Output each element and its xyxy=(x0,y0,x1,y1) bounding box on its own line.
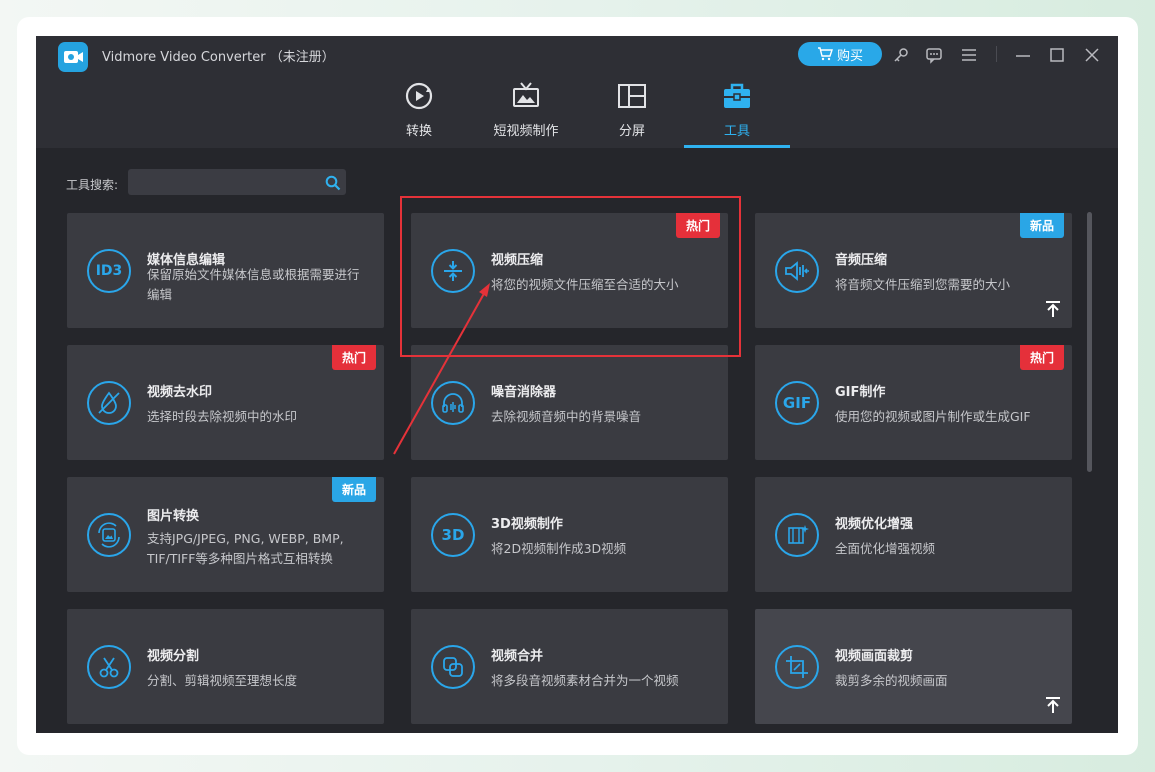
audio-compress-icon xyxy=(775,249,819,293)
tool-desc: 使用您的视频或图片制作或生成GIF xyxy=(835,409,1031,424)
tool-title: 音频压缩 xyxy=(835,253,888,268)
app-title: Vidmore Video Converter （未注册） xyxy=(102,50,335,65)
tool-card-gif-maker[interactable]: GIF GIF制作 使用您的视频或图片制作或生成GIF 热门 xyxy=(755,345,1072,460)
main-nav: 转换 短视频制作 分屏 工具 xyxy=(36,80,1118,148)
convert-icon xyxy=(405,82,433,110)
search-icon[interactable] xyxy=(325,175,341,191)
tool-desc: 裁剪多余的视频画面 xyxy=(835,673,948,688)
tool-card-video-cropper[interactable]: 视频画面裁剪 裁剪多余的视频画面 xyxy=(755,609,1072,724)
tool-title: 视频优化增强 xyxy=(835,517,914,532)
close-icon[interactable] xyxy=(1081,44,1103,66)
titlebar-divider xyxy=(996,46,997,62)
toolbox-icon xyxy=(724,83,750,108)
scissors-icon xyxy=(87,645,131,689)
tool-desc: 全面优化增强视频 xyxy=(835,541,936,556)
maximize-icon[interactable] xyxy=(1046,44,1068,66)
scroll-to-top-icon[interactable] xyxy=(1044,696,1062,714)
tool-title: 噪音消除器 xyxy=(491,385,557,400)
tab-convert[interactable]: 转换 xyxy=(388,80,450,148)
key-icon[interactable] xyxy=(890,44,912,66)
tool-desc: 保留原始文件媒体信息或根据需要进行编辑 xyxy=(147,267,360,302)
highlight-box xyxy=(400,196,741,357)
tool-title: 图片转换 xyxy=(147,509,200,524)
noise-remove-icon xyxy=(431,381,475,425)
gif-icon: GIF xyxy=(775,381,819,425)
id3-icon: ID3 xyxy=(87,249,131,293)
tool-card-video-trimmer[interactable]: 视频分割 分割、剪辑视频至理想长度 xyxy=(67,609,384,724)
tool-desc: 将2D视频制作成3D视频 xyxy=(491,541,627,556)
title-bar: Vidmore Video Converter （未注册） 购买 转换 短视频制… xyxy=(36,36,1118,148)
scroll-to-top-icon[interactable] xyxy=(1044,300,1062,318)
minimize-icon[interactable] xyxy=(1012,44,1034,66)
tool-card-media-metadata[interactable]: ID3 媒体信息编辑 保留原始文件媒体信息或根据需要进行编辑 xyxy=(67,213,384,328)
buy-label: 购买 xyxy=(836,48,863,64)
merge-icon xyxy=(431,645,475,689)
new-badge: 新品 xyxy=(1019,213,1064,238)
tab-toolbox[interactable]: 工具 xyxy=(706,80,768,148)
enhance-icon xyxy=(775,513,819,557)
tab-collage[interactable]: 分屏 xyxy=(601,80,663,148)
tab-convert-label: 转换 xyxy=(405,124,432,139)
scrollbar[interactable] xyxy=(1087,212,1092,472)
crop-icon xyxy=(775,645,819,689)
tool-desc: 分割、剪辑视频至理想长度 xyxy=(147,673,298,688)
3d-icon: 3D xyxy=(431,513,475,557)
tab-collage-label: 分屏 xyxy=(618,124,645,139)
mv-icon xyxy=(513,82,539,107)
tab-mv[interactable]: 短视频制作 xyxy=(486,80,566,148)
buy-button[interactable]: 购买 xyxy=(798,42,882,66)
tool-title: 视频去水印 xyxy=(147,385,213,400)
active-tab-indicator xyxy=(684,145,790,148)
menu-icon[interactable] xyxy=(958,44,980,66)
tool-desc: 选择时段去除视频中的水印 xyxy=(147,409,298,424)
tool-title: 视频分割 xyxy=(147,649,200,664)
tool-title: GIF制作 xyxy=(835,385,886,400)
tool-title: 视频合并 xyxy=(491,649,544,664)
tool-card-watermark-remover[interactable]: 视频去水印 选择时段去除视频中的水印 热门 xyxy=(67,345,384,460)
feedback-icon[interactable] xyxy=(923,44,945,66)
tool-desc: 去除视频音频中的背景噪音 xyxy=(491,409,642,424)
tool-card-video-merger[interactable]: 视频合并 将多段音视频素材合并为一个视频 xyxy=(411,609,728,724)
cart-icon xyxy=(817,47,833,61)
collage-icon xyxy=(618,84,646,108)
tool-card-video-enhancer[interactable]: 视频优化增强 全面优化增强视频 xyxy=(755,477,1072,592)
app-logo xyxy=(58,42,88,72)
hot-badge: 热门 xyxy=(1019,345,1064,370)
tool-card-image-converter[interactable]: 图片转换 支持JPG/JPEG, PNG, WEBP, BMP, TIF/TIF… xyxy=(67,477,384,592)
app-logo-icon xyxy=(64,51,83,63)
tool-card-noise-remover[interactable]: 噪音消除器 去除视频音频中的背景噪音 xyxy=(411,345,728,460)
app-window: Vidmore Video Converter （未注册） 购买 转换 短视频制… xyxy=(36,36,1118,733)
tool-card-3d-maker[interactable]: 3D 3D视频制作 将2D视频制作成3D视频 xyxy=(411,477,728,592)
hot-badge: 热门 xyxy=(331,345,376,370)
watermark-remove-icon xyxy=(87,381,131,425)
search-label: 工具搜索: xyxy=(66,178,119,192)
tool-desc: 将音频文件压缩到您需要的大小 xyxy=(835,277,1011,292)
tab-toolbox-label: 工具 xyxy=(723,124,750,139)
image-convert-icon xyxy=(87,513,131,557)
tool-title: 视频画面裁剪 xyxy=(835,649,914,664)
new-badge: 新品 xyxy=(331,477,376,502)
tab-mv-label: 短视频制作 xyxy=(493,124,559,139)
tool-desc: 支持JPG/JPEG, PNG, WEBP, BMP, TIF/TIFF等多种图… xyxy=(147,531,344,566)
search-input[interactable] xyxy=(128,169,346,195)
tool-desc: 将多段音视频素材合并为一个视频 xyxy=(491,673,679,688)
tool-card-audio-compressor[interactable]: 音频压缩 将音频文件压缩到您需要的大小 新品 xyxy=(755,213,1072,328)
tool-title: 3D视频制作 xyxy=(491,517,563,532)
